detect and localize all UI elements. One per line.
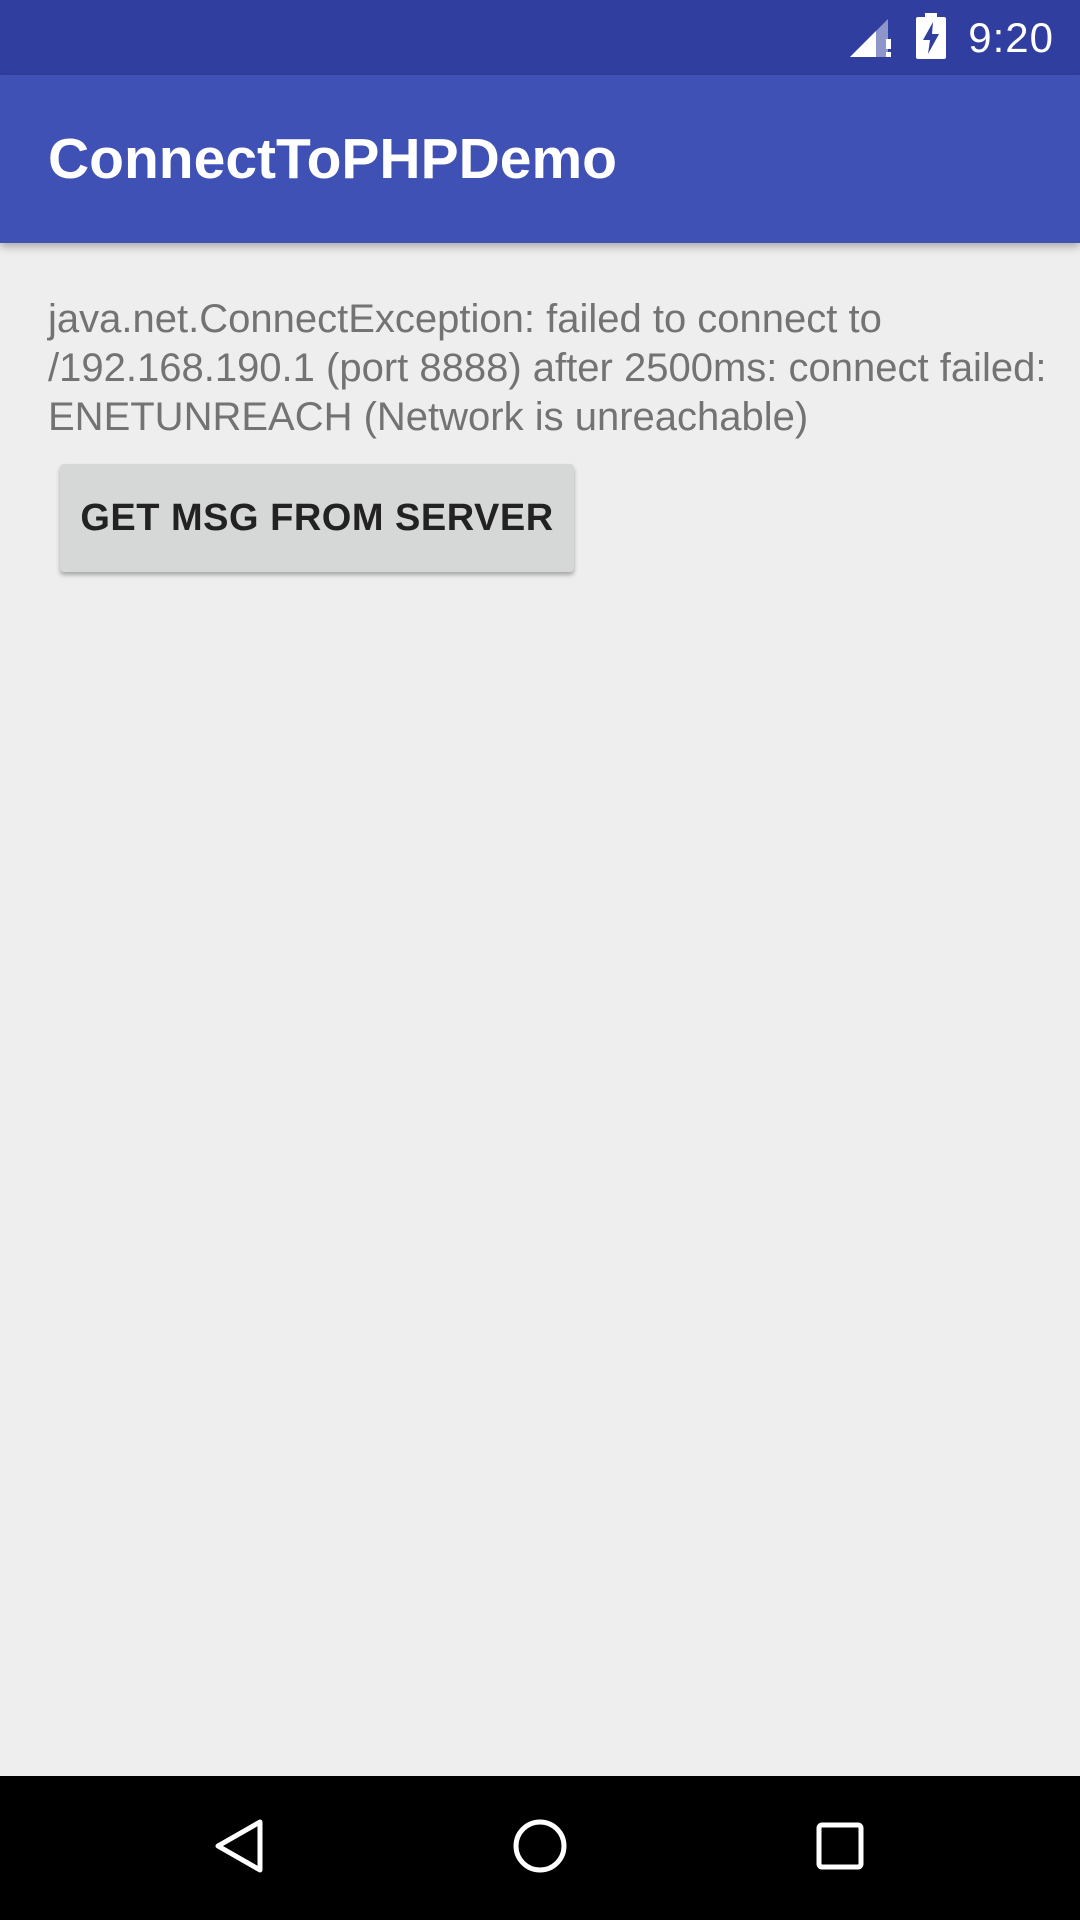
- home-icon: [510, 1816, 570, 1880]
- status-bar: 9:20: [0, 0, 1080, 75]
- app-bar: ConnectToPHPDemo: [0, 75, 1080, 243]
- recents-button[interactable]: [790, 1798, 890, 1898]
- server-message-text: java.net.ConnectException: failed to con…: [48, 297, 1047, 439]
- back-button[interactable]: [190, 1798, 290, 1898]
- recents-icon: [810, 1816, 870, 1880]
- status-time: 9:20: [968, 13, 1054, 61]
- main-content: java.net.ConnectException: failed to con…: [0, 243, 1080, 1776]
- home-button[interactable]: [490, 1798, 590, 1898]
- get-msg-from-server-button[interactable]: GET MSG FROM SERVER: [60, 464, 574, 572]
- signal-no-data-icon: [848, 13, 894, 63]
- back-icon: [210, 1816, 270, 1880]
- app-screen: 9:20 ConnectToPHPDemo java.net.ConnectEx…: [0, 0, 1080, 1920]
- status-icons: 9:20: [848, 0, 1054, 75]
- navigation-bar: [0, 1776, 1080, 1920]
- battery-charging-icon: [916, 12, 947, 63]
- app-title: ConnectToPHPDemo: [48, 127, 617, 191]
